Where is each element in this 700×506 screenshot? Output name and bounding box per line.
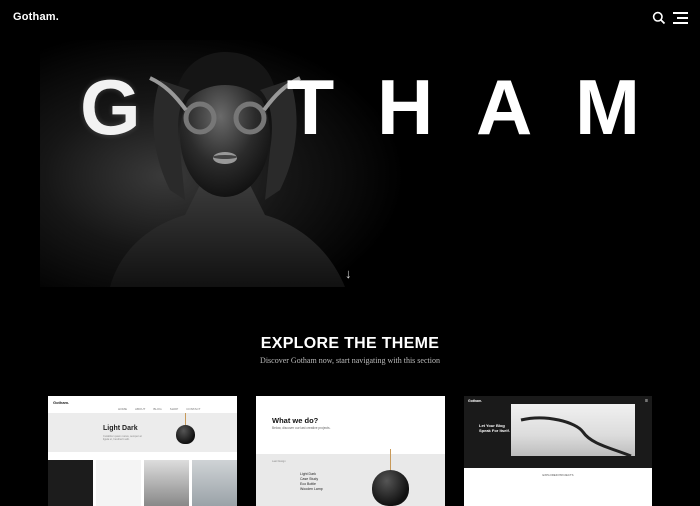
card-logo: Gotham. bbox=[468, 399, 483, 403]
search-icon[interactable] bbox=[652, 11, 666, 25]
demo-preview-card-2[interactable]: What we do? Below, discover our last cre… bbox=[256, 396, 445, 506]
hero-letter: T bbox=[286, 63, 335, 151]
card-nav-item: SHOP bbox=[169, 407, 179, 411]
scroll-down-arrow-icon[interactable]: ↓ bbox=[345, 266, 352, 281]
panel-label: Last Design bbox=[272, 460, 286, 463]
card-banner-title: Light Dark bbox=[103, 425, 138, 432]
hero-letter: M bbox=[574, 63, 640, 151]
card-logo: Gotham. bbox=[53, 400, 70, 405]
project-item: Wooden Lamp bbox=[300, 487, 323, 491]
lamp-cord bbox=[390, 449, 391, 471]
hamburger-menu-icon[interactable] bbox=[673, 12, 688, 24]
hero-letter: G bbox=[80, 63, 141, 151]
card-menu-icon: ☰ bbox=[644, 399, 648, 403]
card-banner-text: Curabitur quam metus, semper at ligula u… bbox=[103, 435, 142, 441]
card-nav-item: HOME bbox=[118, 407, 127, 411]
card-bottom-section: EXPLORED PROJECTS bbox=[464, 468, 652, 506]
hero-title: G O T H A M bbox=[80, 68, 640, 146]
road-illustration bbox=[520, 416, 632, 458]
grid-image bbox=[48, 460, 93, 506]
hero-section: G O T H A M ↓ bbox=[0, 0, 700, 287]
site-logo[interactable]: Gotham. bbox=[13, 11, 59, 23]
lamp-image bbox=[176, 425, 195, 444]
top-navigation-bar: Gotham. bbox=[0, 0, 700, 36]
grid-image bbox=[144, 460, 189, 506]
card-heading: What we do? bbox=[272, 416, 319, 425]
card-image-grid bbox=[48, 460, 237, 506]
section-subtitle: Discover Gotham now, start navigating wi… bbox=[260, 356, 440, 365]
card-subheading: Below, discover our last creative projec… bbox=[272, 426, 331, 430]
card-hero-text: Let Your Blog Speak For Itself. bbox=[479, 423, 510, 433]
card-nav-item: ABOUT bbox=[135, 407, 146, 411]
card-nav-item: CONTACT bbox=[186, 407, 201, 411]
hero-letter: A bbox=[475, 63, 533, 151]
road-landscape-image bbox=[511, 404, 635, 458]
demo-preview-card-1[interactable]: Gotham. HOME ABOUT BLOG SHOP CONTACT Lig… bbox=[48, 396, 237, 506]
section-title: EXPLORE THE THEME bbox=[260, 335, 440, 352]
hero-letter: H bbox=[376, 63, 434, 151]
card-section-title: EXPLORED PROJECTS bbox=[542, 473, 574, 477]
lamp-image bbox=[372, 470, 409, 506]
card-banner: Light Dark Curabitur quam metus, semper … bbox=[48, 413, 237, 452]
card-panel: Last Design Light Dark Case Study Eco Bo… bbox=[256, 449, 445, 506]
lamp-cord bbox=[185, 413, 186, 425]
demo-preview-card-3[interactable]: Gotham. ☰ Let Your Blog Speak For Itself… bbox=[464, 396, 652, 506]
project-list: Light Dark Case Study Eco Bottle Wooden … bbox=[300, 472, 323, 492]
card-nav: HOME ABOUT BLOG SHOP CONTACT bbox=[118, 407, 200, 411]
card-nav-item: BLOG bbox=[153, 407, 162, 411]
grid-image bbox=[192, 460, 237, 506]
grid-image bbox=[96, 460, 141, 506]
